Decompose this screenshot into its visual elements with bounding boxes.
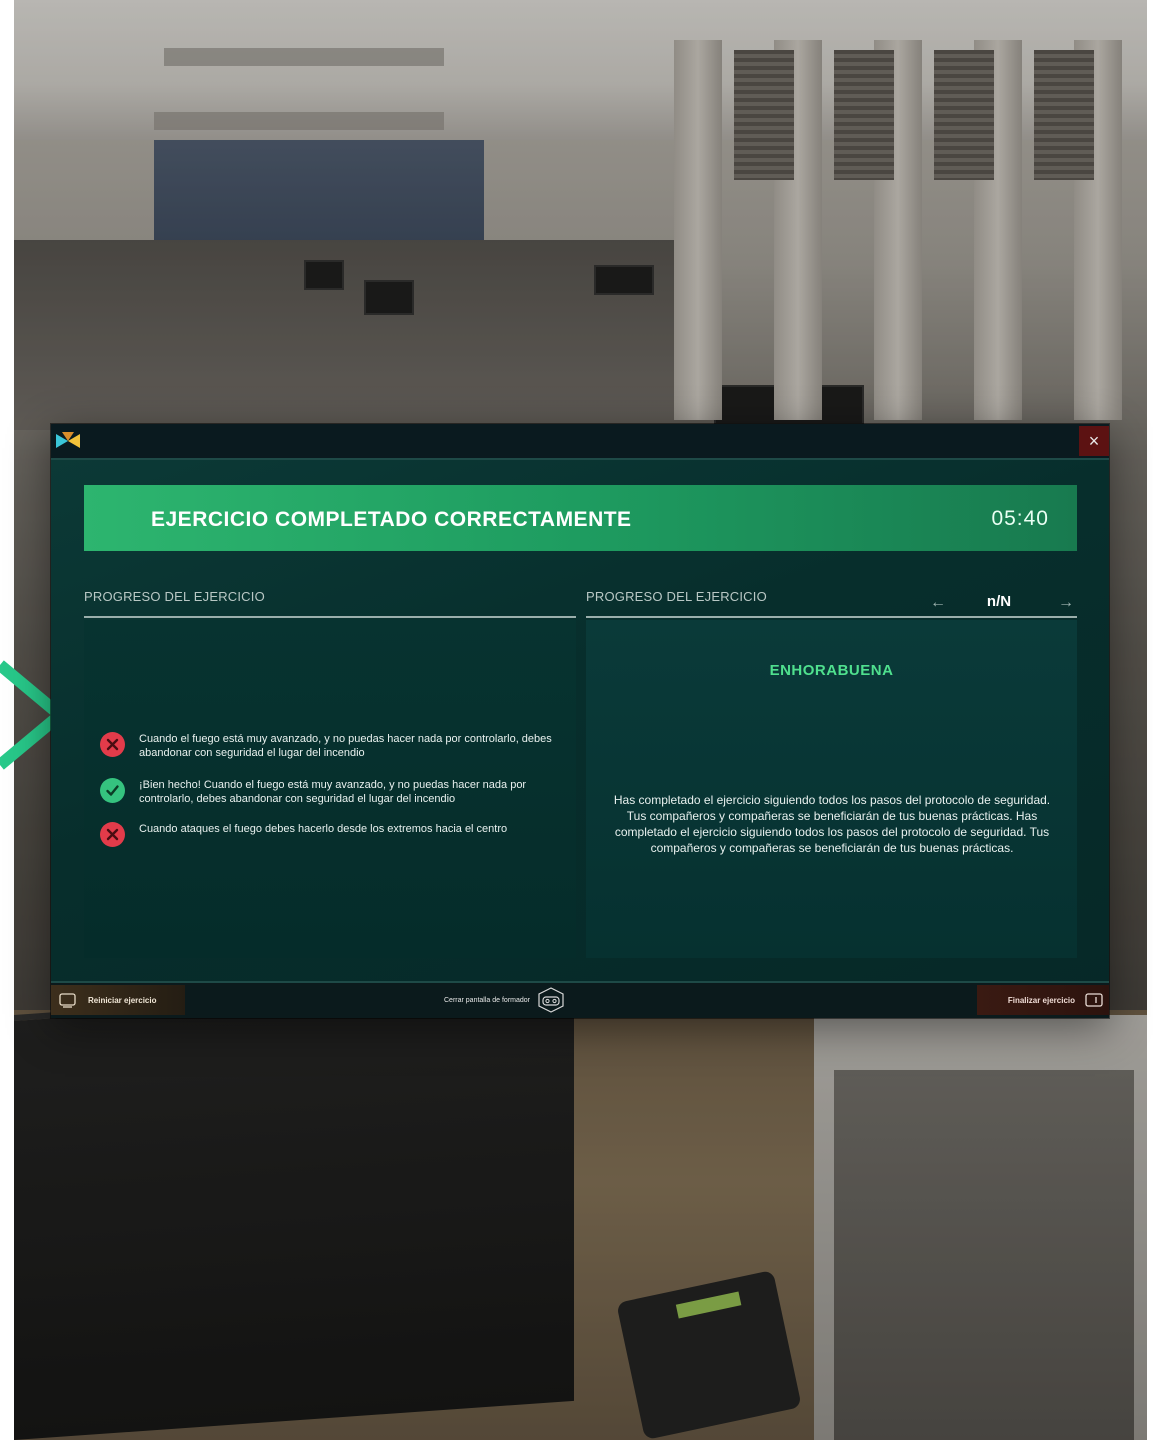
- feedback-text: ¡Bien hecho! Cuando el fuego está muy av…: [139, 779, 527, 805]
- right-section-title: PROGRESO DEL EJERCICIO: [586, 589, 767, 604]
- app-logo-icon: [56, 432, 80, 448]
- finish-label: Finalizar ejercicio: [1007, 995, 1075, 1005]
- modal-footer: Reiniciar ejercicio Cerrar pantalla de f…: [51, 983, 1109, 1018]
- page-counter: n/N: [986, 593, 1012, 610]
- left-section-divider: [84, 616, 576, 618]
- exercise-result-modal: × EJERCICIO COMPLETADO CORRECTAMENTE 05:…: [51, 424, 1109, 1018]
- close-trainer-label: Cerrar pantalla de formador: [444, 996, 530, 1004]
- exit-icon: [1085, 993, 1103, 1007]
- message-heading: ENHORABUENA: [769, 662, 894, 679]
- feedback-item: Cuando ataques el fuego debes hacerlo de…: [100, 822, 566, 847]
- pager: ← n/N →: [927, 592, 1077, 614]
- timer: 05:40: [991, 507, 1049, 530]
- banner-title: EJERCICIO COMPLETADO CORRECTAMENTE: [151, 508, 632, 531]
- message-panel: ENHORABUENA Has completado el ejercicio …: [586, 620, 1077, 958]
- prev-page-button[interactable]: ←: [927, 592, 949, 614]
- feedback-panel: Cuando el fuego está muy avanzado, y no …: [84, 620, 576, 958]
- left-section-title: PROGRESO DEL EJERCICIO: [84, 589, 265, 604]
- message-body: Has completado el ejercicio siguiendo to…: [613, 793, 1051, 855]
- finish-exercise-button[interactable]: Finalizar ejercicio: [977, 985, 1109, 1015]
- x-circle-icon: [100, 822, 125, 847]
- next-page-button[interactable]: →: [1055, 592, 1077, 614]
- close-icon: ×: [1088, 431, 1100, 451]
- restart-exercise-button[interactable]: Reiniciar ejercicio: [51, 985, 185, 1015]
- close-trainer-screen-button[interactable]: Cerrar pantalla de formador: [444, 985, 566, 1015]
- feedback-item: Cuando el fuego está muy avanzado, y no …: [100, 732, 566, 760]
- close-button[interactable]: ×: [1079, 426, 1109, 456]
- check-circle-icon: [100, 778, 125, 803]
- modal-title-bar: ×: [51, 424, 1109, 458]
- result-banner: EJERCICIO COMPLETADO CORRECTAMENTE 05:40: [84, 485, 1077, 551]
- right-section-divider: [586, 616, 1077, 618]
- feedback-text: Cuando ataques el fuego debes hacerlo de…: [139, 823, 508, 835]
- x-circle-icon: [100, 732, 125, 757]
- vr-headset-icon: [538, 987, 564, 1013]
- feedback-item: ¡Bien hecho! Cuando el fuego está muy av…: [100, 778, 566, 806]
- restart-icon: [59, 992, 76, 1008]
- feedback-text: Cuando el fuego está muy avanzado, y no …: [139, 733, 552, 759]
- restart-label: Reiniciar ejercicio: [88, 995, 157, 1005]
